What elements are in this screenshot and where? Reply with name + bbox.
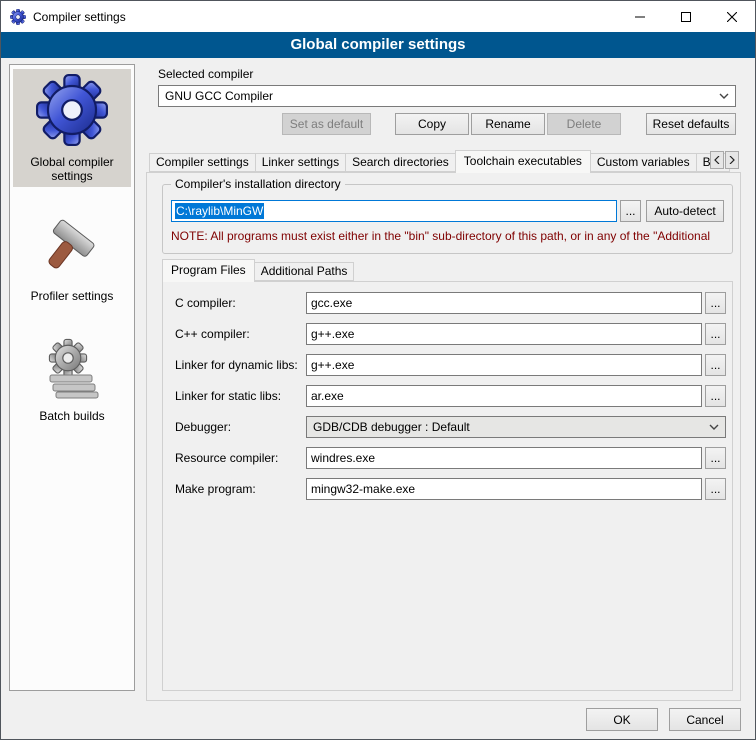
installation-directory-group: Compiler's installation directory C:\ray… [162, 184, 733, 254]
program-files-panel: C compiler: ... C++ compiler: ... Linker… [162, 281, 733, 691]
batch-builds-icon [40, 336, 104, 403]
field-row: Debugger: GDB/CDB debugger : Default [175, 416, 726, 438]
linker-static-label: Linker for static libs: [175, 389, 306, 403]
tab-compiler-settings[interactable]: Compiler settings [149, 153, 256, 172]
linker-static-input[interactable] [306, 385, 702, 407]
c-compiler-label: C compiler: [175, 296, 306, 310]
cpp-compiler-input[interactable] [306, 323, 702, 345]
close-button[interactable] [709, 1, 755, 32]
install-dir-browse-button[interactable]: ... [620, 200, 641, 222]
set-as-default-button[interactable]: Set as default [282, 113, 371, 135]
tab-search-directories[interactable]: Search directories [345, 153, 456, 172]
compiler-settings-window: Compiler settings Global compiler settin… [0, 0, 756, 740]
field-row: Linker for static libs: ... [175, 385, 726, 407]
copy-button[interactable]: Copy [395, 113, 469, 135]
c-compiler-input[interactable] [306, 292, 702, 314]
make-program-input[interactable] [306, 478, 702, 500]
profiler-icon [40, 216, 104, 283]
installation-directory-input[interactable]: C:\raylib\MinGW [171, 200, 617, 222]
sidebar-item-profiler-settings[interactable]: Profiler settings [13, 211, 131, 307]
chevron-down-icon [719, 93, 729, 99]
linker-dynamic-browse-button[interactable]: ... [705, 354, 726, 376]
resource-compiler-browse-button[interactable]: ... [705, 447, 726, 469]
sidebar-item-global-compiler-settings[interactable]: Global compiler settings [13, 69, 131, 187]
field-row: Linker for dynamic libs: ... [175, 354, 726, 376]
selected-compiler-label: Selected compiler [158, 67, 253, 81]
tab-scroll-right-button[interactable] [725, 151, 739, 169]
selected-compiler-value: GNU GCC Compiler [165, 89, 273, 103]
tab-additional-paths[interactable]: Additional Paths [254, 262, 355, 281]
field-row: Make program: ... [175, 478, 726, 500]
chevron-down-icon [709, 424, 719, 430]
cpp-compiler-browse-button[interactable]: ... [705, 323, 726, 345]
installation-directory-value: C:\raylib\MinGW [175, 203, 264, 219]
linker-static-browse-button[interactable]: ... [705, 385, 726, 407]
compiler-tabs: Compiler settings Linker settings Search… [149, 149, 741, 172]
tab-linker-settings[interactable]: Linker settings [255, 153, 346, 172]
app-icon [10, 9, 26, 25]
linker-dynamic-input[interactable] [306, 354, 702, 376]
debugger-label: Debugger: [175, 420, 306, 434]
debugger-select[interactable]: GDB/CDB debugger : Default [306, 416, 726, 438]
field-row: C++ compiler: ... [175, 323, 726, 345]
sidebar-item-label: Profiler settings [31, 289, 114, 303]
tab-custom-variables[interactable]: Custom variables [590, 153, 697, 172]
titlebar: Compiler settings [1, 1, 755, 32]
selected-compiler-select[interactable]: GNU GCC Compiler [158, 85, 736, 107]
resource-compiler-label: Resource compiler: [175, 451, 306, 465]
reset-defaults-button[interactable]: Reset defaults [646, 113, 736, 135]
minimize-button[interactable] [617, 1, 663, 32]
make-program-label: Make program: [175, 482, 306, 496]
installation-directory-row: C:\raylib\MinGW ... Auto-detect [171, 200, 724, 222]
resource-compiler-input[interactable] [306, 447, 702, 469]
installation-directory-title: Compiler's installation directory [171, 177, 345, 191]
delete-button[interactable]: Delete [547, 113, 621, 135]
tab-scroll-buttons [709, 151, 739, 169]
tab-scroll-left-button[interactable] [710, 151, 724, 169]
window-title: Compiler settings [33, 10, 126, 24]
sidebar-item-batch-builds[interactable]: Batch builds [13, 331, 131, 427]
dialog-banner: Global compiler settings [1, 32, 755, 58]
settings-sidebar: Global compiler settings Profiler settin… [9, 64, 135, 691]
compiler-action-buttons: Set as default Copy Rename Delete Reset … [282, 113, 736, 135]
ok-button[interactable]: OK [586, 708, 658, 731]
bin-subdirectory-note: NOTE: All programs must exist either in … [171, 229, 729, 243]
c-compiler-browse-button[interactable]: ... [705, 292, 726, 314]
rename-button[interactable]: Rename [471, 113, 545, 135]
cpp-compiler-label: C++ compiler: [175, 327, 306, 341]
linker-dynamic-label: Linker for dynamic libs: [175, 358, 306, 372]
cancel-button[interactable]: Cancel [669, 708, 741, 731]
tab-toolchain-executables[interactable]: Toolchain executables [455, 150, 591, 173]
auto-detect-button[interactable]: Auto-detect [646, 200, 724, 222]
field-row: Resource compiler: ... [175, 447, 726, 469]
toolchain-executables-panel: Compiler's installation directory C:\ray… [146, 172, 741, 701]
sidebar-item-label: Global compiler settings [15, 155, 129, 183]
make-program-browse-button[interactable]: ... [705, 478, 726, 500]
tab-program-files[interactable]: Program Files [162, 259, 255, 282]
window-controls [617, 1, 755, 32]
sidebar-item-label: Batch builds [39, 409, 104, 423]
debugger-value: GDB/CDB debugger : Default [313, 420, 470, 434]
maximize-button[interactable] [663, 1, 709, 32]
main-panel: Selected compiler GNU GCC Compiler Set a… [146, 63, 741, 703]
program-tabs: Program Files Additional Paths [162, 258, 353, 281]
field-row: C compiler: ... [175, 292, 726, 314]
gear-icon [36, 74, 108, 149]
